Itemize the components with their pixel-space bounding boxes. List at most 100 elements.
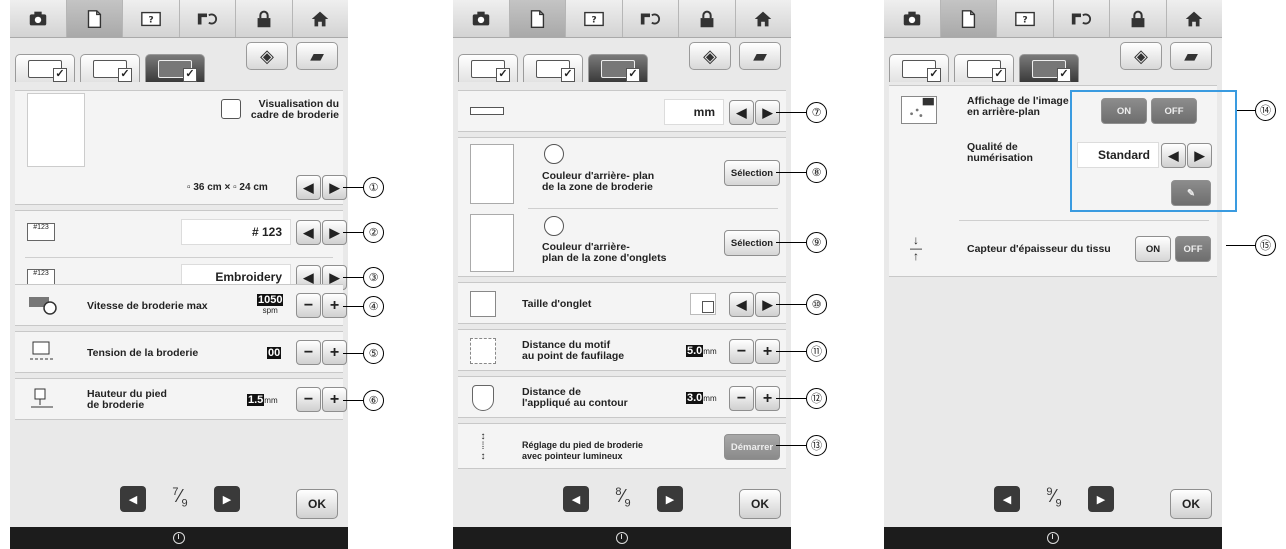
- bg-color-area-select-button[interactable]: Sélection: [724, 160, 780, 186]
- embroidery-settings-icon: [158, 59, 197, 82]
- tab-embroidery-settings[interactable]: [145, 54, 205, 82]
- ok-button[interactable]: OK: [739, 489, 781, 519]
- bg-color-tab-select-button[interactable]: Sélection: [724, 230, 780, 256]
- fabric-sensor-off-button[interactable]: OFF: [1175, 236, 1211, 262]
- tension-decrease-button[interactable]: −: [296, 340, 321, 365]
- lock-button[interactable]: [1110, 0, 1167, 37]
- callout-12: ⑫: [806, 388, 827, 409]
- next-page-button[interactable]: ▶: [1088, 486, 1114, 512]
- page-button[interactable]: [940, 0, 997, 37]
- tab-general-settings[interactable]: [458, 54, 518, 82]
- palette-icon: [544, 144, 564, 164]
- home-icon: [1183, 8, 1205, 30]
- page-button[interactable]: [66, 0, 123, 37]
- save-settings-button[interactable]: ▰: [296, 42, 338, 70]
- thread-number-prev-button[interactable]: ◀: [296, 220, 321, 245]
- callout-14: ⑭: [1255, 100, 1276, 121]
- speed-decrease-button[interactable]: −: [296, 293, 321, 318]
- thumbnail-size-icon: [470, 291, 496, 317]
- home-button[interactable]: [735, 0, 791, 37]
- help-button[interactable]: [997, 0, 1054, 37]
- save-settings-button[interactable]: ▰: [739, 42, 781, 70]
- home-button[interactable]: [292, 0, 348, 37]
- camera-icon: [901, 8, 923, 30]
- clock-icon: [616, 532, 628, 544]
- foot-height-decrease-button[interactable]: −: [296, 387, 321, 412]
- units-panel: mm ◀ ▶: [458, 90, 786, 132]
- callout-11: ⑪: [806, 341, 827, 362]
- applique-decrease-button[interactable]: −: [729, 386, 754, 411]
- reset-button[interactable]: ◈: [689, 42, 731, 70]
- next-page-button[interactable]: ▶: [214, 486, 240, 512]
- applique-distance-value: 3.0mm: [686, 392, 717, 404]
- foot-height-value: 1.5mm: [247, 394, 278, 406]
- divider: [959, 220, 1209, 221]
- tab-sewing-settings[interactable]: [80, 54, 140, 82]
- clock-icon: [1047, 532, 1059, 544]
- palette-icon: [544, 216, 564, 236]
- lock-icon: [696, 8, 718, 30]
- camera-button[interactable]: [884, 0, 941, 37]
- camera-button[interactable]: [10, 0, 67, 37]
- help-icon: [1014, 8, 1036, 30]
- reset-button[interactable]: ◈: [246, 42, 288, 70]
- machine-button[interactable]: [1053, 0, 1110, 37]
- tab-general-settings[interactable]: [889, 54, 949, 82]
- frame-prev-button[interactable]: ◀: [296, 175, 321, 200]
- help-button[interactable]: [123, 0, 180, 37]
- callout-3: ③: [363, 267, 384, 288]
- clock-icon: [173, 532, 185, 544]
- tab-general-settings[interactable]: [15, 54, 75, 82]
- help-button[interactable]: [566, 0, 623, 37]
- divider: [25, 257, 333, 258]
- prev-page-button[interactable]: ◀: [120, 486, 146, 512]
- applique-distance-panel: Distance de l'appliqué au contour 3.0mm −…: [458, 376, 786, 418]
- home-button[interactable]: [1166, 0, 1222, 37]
- lock-icon: [1127, 8, 1149, 30]
- units-prev-button[interactable]: ◀: [729, 100, 754, 125]
- tab-embroidery-settings[interactable]: [1019, 54, 1079, 82]
- lock-button[interactable]: [679, 0, 736, 37]
- settings-screen-page-8: ◈ ▰ mm ◀ ▶ Couleur d'arrière- plande la …: [453, 0, 791, 549]
- embroidery-settings-icon: [601, 59, 640, 82]
- camera-button[interactable]: [453, 0, 510, 37]
- tab-sewing-settings[interactable]: [954, 54, 1014, 82]
- reset-button[interactable]: ◈: [1120, 42, 1162, 70]
- speed-icon: [27, 293, 57, 315]
- foot-adjust-start-button[interactable]: Démarrer: [724, 434, 780, 460]
- ok-button[interactable]: OK: [1170, 489, 1212, 519]
- reset-icon: ◈: [260, 45, 274, 66]
- thread-number-value: # 123: [181, 219, 291, 245]
- page-button[interactable]: [509, 0, 566, 37]
- callout-7: ⑦: [806, 102, 827, 123]
- prev-page-button[interactable]: ◀: [563, 486, 589, 512]
- tension-icon: [27, 340, 57, 362]
- prev-page-button[interactable]: ◀: [994, 486, 1020, 512]
- scan-quality-label: Qualité de numérisation: [967, 141, 1033, 164]
- highlight-box: [1070, 90, 1237, 212]
- thumbnail-area-preview: [470, 214, 514, 272]
- basting-distance-panel: Distance du motif au point de faufilage 5…: [458, 329, 786, 371]
- thumbnail-size-prev-button[interactable]: ◀: [729, 292, 754, 317]
- general-settings-icon: [28, 59, 67, 82]
- frame-size-value: ▫ 36 cm × ▫ 24 cm: [187, 182, 268, 193]
- next-page-button[interactable]: ▶: [657, 486, 683, 512]
- save-settings-button[interactable]: ▰: [1170, 42, 1212, 70]
- tab-embroidery-settings[interactable]: [588, 54, 648, 82]
- basting-decrease-button[interactable]: −: [729, 339, 754, 364]
- page-indicator: 8⁄9: [615, 486, 631, 510]
- help-icon: [583, 8, 605, 30]
- ok-button[interactable]: OK: [296, 489, 338, 519]
- page-indicator: 7⁄9: [172, 486, 188, 510]
- home-icon: [309, 8, 331, 30]
- machine-button[interactable]: [179, 0, 236, 37]
- tension-value: 00: [267, 347, 282, 359]
- lock-button[interactable]: [236, 0, 293, 37]
- fabric-sensor-on-button[interactable]: ON: [1135, 236, 1171, 262]
- camera-icon: [27, 8, 49, 30]
- bg-color-area-label: Couleur d'arrière- plan de la zone de bro…: [542, 170, 655, 193]
- machine-button[interactable]: [622, 0, 679, 37]
- camera-icon: [470, 8, 492, 30]
- tab-sewing-settings[interactable]: [523, 54, 583, 82]
- machine-save-icon: ▰: [1184, 45, 1198, 66]
